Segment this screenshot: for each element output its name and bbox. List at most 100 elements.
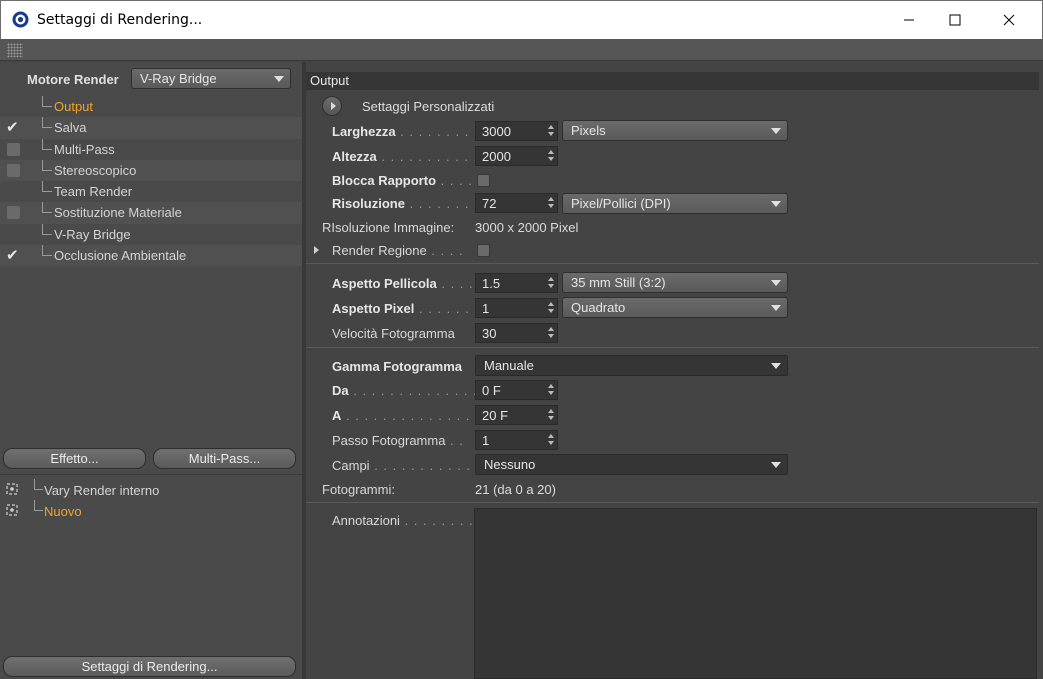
grip-handle-icon[interactable]: [7, 43, 23, 57]
film-aspect-label: Aspetto Pellicola . . . .: [332, 276, 474, 291]
chevron-down-icon: [771, 462, 781, 468]
enable-checkbox[interactable]: [7, 142, 20, 156]
chevron-down-icon: [771, 201, 781, 207]
tree-branch-line: [42, 159, 52, 171]
checkmark-icon[interactable]: ✔: [6, 246, 19, 264]
image-resolution-label: RIsoluzione Immagine:: [322, 220, 455, 235]
frames-value: 21 (da 0 a 20): [475, 482, 556, 497]
frame-rate-field[interactable]: 30: [475, 323, 558, 343]
resolution-unit-dropdown[interactable]: Pixel/Pollici (DPI): [562, 193, 788, 214]
render-region-checkbox[interactable]: [477, 244, 490, 257]
section-title: Output: [306, 72, 1039, 90]
tree-item[interactable]: Stereoscopico: [0, 159, 302, 182]
tree-item[interactable]: V-Ray Bridge: [0, 223, 302, 245]
tree-branch-line: [34, 500, 43, 511]
spinner-icon[interactable]: [548, 302, 554, 314]
from-field[interactable]: 0 F: [475, 380, 558, 400]
tree-item-label: Team Render: [54, 184, 133, 200]
chevron-down-icon: [771, 363, 781, 369]
spinner-icon[interactable]: [548, 125, 554, 137]
chevron-down-icon: [771, 128, 781, 134]
from-label: Da . . . . . . . . . . . . . . .: [332, 383, 487, 398]
to-field[interactable]: 20 F: [475, 405, 558, 425]
spinner-icon[interactable]: [548, 150, 554, 162]
fields-label: Campi . . . . . . . . . . . .: [332, 458, 481, 473]
effect-button[interactable]: Effetto...: [3, 448, 146, 469]
close-button[interactable]: [986, 1, 1032, 39]
width-unit-dropdown[interactable]: Pixels: [562, 120, 788, 141]
chevron-down-icon: [771, 305, 781, 311]
chevron-down-icon: [771, 280, 781, 286]
lock-ratio-label: Blocca Rapporto . . . .: [332, 173, 473, 188]
lock-ratio-checkbox[interactable]: [477, 174, 490, 187]
spinner-icon[interactable]: [548, 277, 554, 289]
tree-item-label: Occlusione Ambientale: [54, 248, 187, 264]
image-resolution-value: 3000 x 2000 Pixel: [475, 220, 579, 235]
divider: [306, 263, 1039, 264]
window-title: Settaggi di Rendering...: [37, 12, 203, 28]
frame-range-dropdown[interactable]: Manuale: [475, 355, 788, 376]
film-aspect-field[interactable]: 1.5: [475, 273, 558, 293]
enable-checkbox[interactable]: [7, 206, 20, 220]
to-label: A . . . . . . . . . . . . . . . .: [332, 408, 489, 423]
cinema4d-app-icon: [12, 11, 29, 28]
tree-item[interactable]: Multi-Pass: [0, 138, 302, 160]
tree-branch-line: [42, 138, 52, 150]
settings-list-item[interactable]: Vary Render interno: [0, 479, 302, 500]
fields-dropdown[interactable]: Nessuno: [475, 454, 788, 475]
spinner-icon[interactable]: [548, 434, 554, 446]
tree-item-label: V-Ray Bridge: [54, 226, 131, 242]
expand-arrow-icon[interactable]: [314, 246, 319, 254]
checkmark-icon[interactable]: ✔: [6, 118, 19, 136]
frame-step-label: Passo Fotogramma . .: [332, 433, 464, 448]
render-settings-list: Vary Render interno Nuovo: [0, 474, 302, 650]
pixel-aspect-field[interactable]: 1: [475, 298, 558, 318]
frames-label: Fotogrammi:: [322, 482, 395, 497]
maximize-button[interactable]: [932, 1, 978, 39]
render-engine-dropdown[interactable]: V-Ray Bridge: [131, 68, 291, 89]
width-label: Larghezza . . . . . . . . .: [332, 124, 479, 139]
tree-item[interactable]: ✔ Occlusione Ambientale: [0, 245, 302, 267]
render-setting-icon: [6, 504, 18, 516]
minimize-button[interactable]: [886, 1, 932, 39]
chevron-down-icon: [274, 76, 284, 82]
height-field[interactable]: 2000: [475, 146, 558, 166]
preset-label: Settaggi Personalizzati: [362, 99, 495, 114]
resolution-label: Risoluzione . . . . . . . .: [332, 196, 479, 211]
film-aspect-dropdown[interactable]: 35 mm Still (3:2): [562, 272, 788, 293]
spinner-icon[interactable]: [548, 197, 554, 209]
tree-item-label: Salva: [54, 120, 87, 136]
height-label: Altezza . . . . . . . . . . .: [332, 149, 479, 164]
output-panel: Output Settaggi Personalizzati Larghezza…: [306, 62, 1039, 679]
spinner-icon[interactable]: [548, 384, 554, 396]
tree-branch-line: [42, 181, 52, 193]
settings-list-item[interactable]: Nuovo: [0, 500, 302, 521]
spinner-icon[interactable]: [548, 327, 554, 339]
preset-menu-button[interactable]: [322, 96, 342, 116]
tree-item[interactable]: Team Render: [0, 181, 302, 202]
pixel-aspect-dropdown[interactable]: Quadrato: [562, 297, 788, 318]
maximize-icon: [949, 14, 961, 26]
pixel-aspect-label: Aspetto Pixel . . . . . . .: [332, 301, 479, 316]
annotations-label: Annotazioni . . . . . . . .: [332, 513, 474, 528]
tree-branch-line: [42, 117, 52, 129]
annotations-textarea[interactable]: [474, 508, 1037, 679]
tree-item[interactable]: Output: [0, 96, 302, 117]
frame-rate-label: Velocità Fotogramma: [332, 326, 455, 341]
tree-branch-line: [42, 96, 52, 107]
tree-item[interactable]: Sostituzione Materiale: [0, 202, 302, 224]
spinner-icon[interactable]: [548, 409, 554, 421]
frame-step-field[interactable]: 1: [475, 430, 558, 450]
render-engine-label: Motore Render: [27, 72, 119, 87]
tree-branch-line: [34, 479, 43, 490]
multipass-button[interactable]: Multi-Pass...: [153, 448, 296, 469]
settings-list-label: Nuovo: [44, 504, 82, 519]
resolution-field[interactable]: 72: [475, 193, 558, 213]
divider: [306, 347, 1039, 348]
render-settings-button[interactable]: Settaggi di Rendering...: [3, 656, 296, 677]
width-field[interactable]: 3000: [475, 121, 558, 141]
toolbar-strip: [0, 39, 1043, 61]
frame-range-label: Gamma Fotogramma: [332, 359, 463, 374]
tree-item[interactable]: ✔ Salva: [0, 117, 302, 139]
enable-checkbox[interactable]: [7, 163, 20, 177]
